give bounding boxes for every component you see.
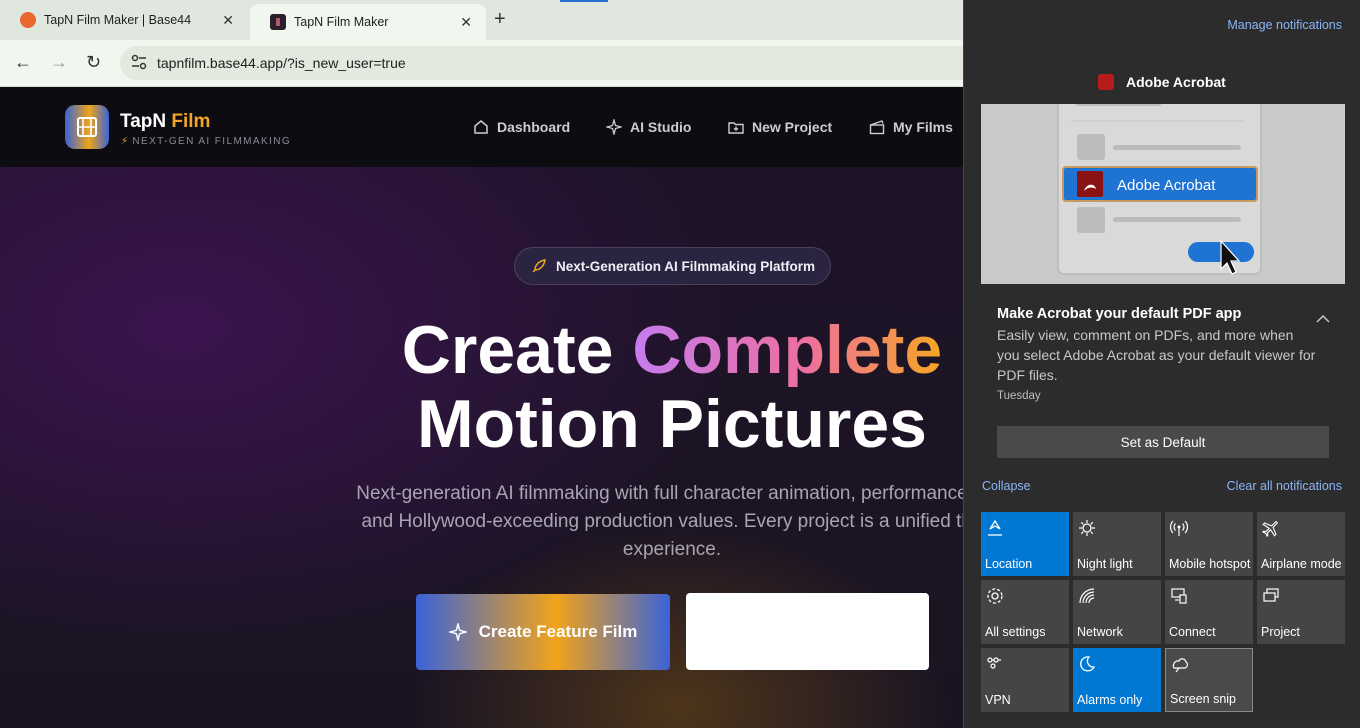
- platform-badge: Next-Generation AI Filmmaking Platform: [514, 247, 831, 285]
- quick-action-vpn[interactable]: VPN: [981, 648, 1069, 712]
- network-icon: [1079, 588, 1095, 604]
- hero-word: Create: [401, 312, 614, 388]
- rocket-icon: [532, 259, 546, 273]
- brand-main: TapN: [120, 111, 167, 132]
- subcopy-line: and Hollywood-exceeding production value…: [361, 511, 983, 532]
- quick-action-network[interactable]: Network: [1073, 580, 1161, 644]
- brand-name: TapN Film: [120, 111, 210, 133]
- location-icon: [988, 519, 1002, 536]
- home-icon: [474, 120, 488, 134]
- notification-body: Easily view, comment on PDFs, and more w…: [997, 327, 1316, 383]
- airplane-icon: [1262, 520, 1279, 537]
- new-tab-plus-icon[interactable]: +: [494, 8, 506, 31]
- quick-action-label: Location: [985, 557, 1033, 571]
- tab-title: TapN Film Maker | Base44: [44, 13, 192, 27]
- browser-tab-active[interactable]: TapN Film Maker ✕: [250, 4, 486, 40]
- chevron-up-icon[interactable]: [1316, 314, 1330, 324]
- tapn-favicon-icon: [270, 14, 286, 30]
- notification-title: Make Acrobat your default PDF app: [997, 306, 1242, 322]
- quick-action-label: Night light: [1077, 557, 1133, 571]
- action-center: Manage notifications Adobe Acrobat Adobe…: [963, 0, 1360, 728]
- nav-ai-studio[interactable]: AI Studio: [606, 119, 691, 135]
- base44-favicon-icon: [20, 12, 36, 28]
- hero-gradient-word: Complete: [632, 312, 943, 388]
- quick-action-location[interactable]: Location: [981, 512, 1069, 576]
- brand-tagline: ⚡ NEXT-GEN AI FILMMAKING: [121, 136, 291, 147]
- film-icon: [77, 117, 97, 137]
- cta-label: Create Feature Film: [478, 622, 638, 641]
- quick-action-night-light[interactable]: Night light: [1073, 512, 1161, 576]
- browser-tab[interactable]: TapN Film Maker | Base44 ✕: [0, 0, 248, 40]
- quick-action-label: Screen snip: [1170, 692, 1237, 706]
- sparkle-icon: [448, 623, 467, 641]
- nav-label: AI Studio: [630, 119, 692, 135]
- back-arrow-icon[interactable]: ←: [14, 52, 32, 73]
- subcopy-line: Next-generation AI filmmaking with full …: [356, 483, 988, 504]
- tab-close-icon[interactable]: ✕: [460, 14, 472, 31]
- vpn-icon: [987, 657, 1001, 669]
- nav-new-project[interactable]: New Project: [728, 119, 832, 135]
- quick-action-label: Connect: [1169, 625, 1216, 639]
- quick-action-mobile-hotspot[interactable]: Mobile hotspot: [1165, 512, 1253, 576]
- hero-subcopy: Next-generation AI filmmaking with full …: [272, 480, 1072, 564]
- mobile-hotspot-icon: [1170, 520, 1188, 536]
- folder-plus-icon: [728, 122, 744, 134]
- tab-strip-indicator: [560, 0, 608, 2]
- notification-timestamp: Tuesday: [997, 390, 1041, 402]
- forward-arrow-icon[interactable]: →: [50, 52, 68, 73]
- adobe-acrobat-icon: [1098, 74, 1114, 90]
- tab-close-icon[interactable]: ✕: [222, 12, 234, 29]
- tab-title: TapN Film Maker: [294, 15, 389, 29]
- notification-app-name: Adobe Acrobat: [1126, 74, 1226, 90]
- illustration-label: Adobe Acrobat: [1117, 177, 1216, 194]
- nav-label: My Films: [893, 119, 953, 135]
- manage-notifications-link[interactable]: Manage notifications: [1227, 18, 1342, 32]
- quick-action-label: All settings: [985, 625, 1046, 639]
- tapn-logo[interactable]: [65, 105, 109, 149]
- quick-action-label: Network: [1077, 625, 1123, 639]
- clear-all-notifications-link[interactable]: Clear all notifications: [1227, 479, 1342, 493]
- nav-my-films[interactable]: My Films: [869, 119, 953, 135]
- nav-label: Dashboard: [497, 119, 571, 135]
- url-text: tapnfilm.base44.app/?is_new_user=true: [157, 55, 406, 71]
- brand-accent: Film: [171, 111, 211, 132]
- subcopy-line: experience.: [622, 539, 722, 560]
- notification-app-header: Adobe Acrobat: [1098, 74, 1226, 90]
- quick-action-label: Mobile hotspot: [1169, 557, 1251, 571]
- default-app-illustration: Adobe Acrobat: [981, 104, 1345, 284]
- project-icon: [1263, 588, 1279, 602]
- connect-icon: [1171, 588, 1187, 604]
- bolt-icon: ⚡: [121, 136, 130, 147]
- nav-dashboard[interactable]: Dashboard: [473, 119, 570, 135]
- address-bar[interactable]: tapnfilm.base44.app/?is_new_user=true: [120, 46, 1020, 80]
- quick-action-label: Project: [1261, 625, 1300, 639]
- sparkle-icon: [606, 119, 622, 135]
- quick-action-label: Alarms only: [1077, 693, 1143, 707]
- site-settings-icon[interactable]: [130, 53, 148, 71]
- quick-action-label: Airplane mode: [1261, 557, 1342, 571]
- clapperboard-icon: [869, 120, 885, 135]
- reload-icon[interactable]: ↻: [86, 52, 101, 73]
- notification-hero-image[interactable]: Adobe Acrobat: [981, 104, 1345, 284]
- quick-action-screen-snip[interactable]: Screen snip: [1165, 648, 1253, 712]
- quick-action-all-settings[interactable]: All settings: [981, 580, 1069, 644]
- create-feature-film-button[interactable]: Create Feature Film: [416, 594, 670, 670]
- quick-action-label: VPN: [985, 693, 1011, 707]
- night-light-icon: [1079, 520, 1095, 536]
- quick-action-project[interactable]: Project: [1257, 580, 1345, 644]
- nav-label: New Project: [752, 119, 833, 135]
- tagline-text: NEXT-GEN AI FILMMAKING: [132, 136, 292, 147]
- quick-action-connect[interactable]: Connect: [1165, 580, 1253, 644]
- secondary-cta-button[interactable]: [686, 593, 929, 670]
- quick-action-airplane-mode[interactable]: Airplane mode: [1257, 512, 1345, 576]
- settings-icon: [987, 588, 1003, 604]
- moon-icon: [1080, 656, 1096, 672]
- collapse-link[interactable]: Collapse: [982, 479, 1031, 493]
- quick-action-focus-assist[interactable]: Alarms only: [1073, 648, 1161, 712]
- badge-text: Next-Generation AI Filmmaking Platform: [556, 258, 816, 274]
- set-as-default-button[interactable]: Set as Default: [997, 426, 1329, 458]
- screen-snip-icon: [1172, 658, 1188, 673]
